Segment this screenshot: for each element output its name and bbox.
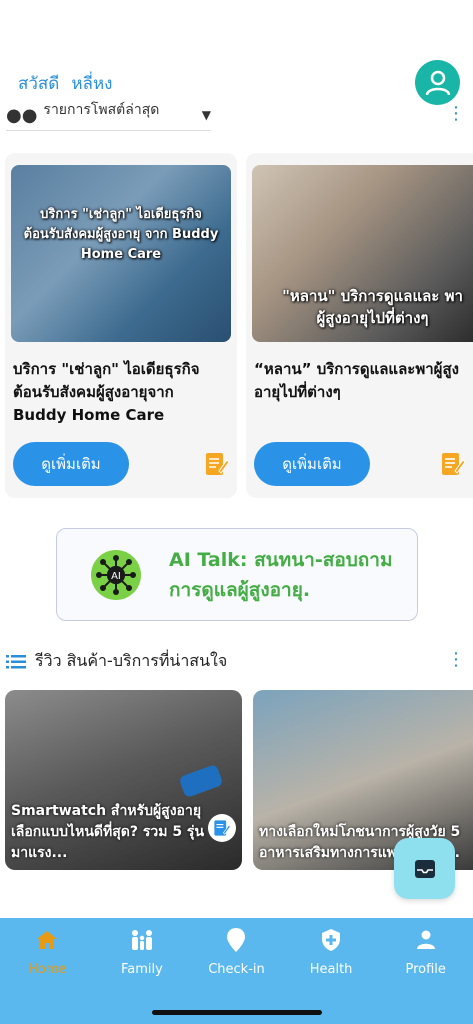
note-edit-icon[interactable] <box>205 451 229 477</box>
post-image: บริการ "เช่าลูก" ไอเดียธุรกิจ ต้อนรับสัง… <box>11 165 231 342</box>
more-options-icon[interactable]: ⋮ <box>447 103 465 124</box>
tab-label: Family <box>120 962 163 977</box>
section-label: รายการโพสต์ล่าสุด <box>43 102 160 118</box>
post-image: "หลาน" บริการดูแลและ พาผู้สูงอายุไปที่ต่… <box>252 165 473 342</box>
smartwatch-image <box>178 763 224 799</box>
user-name: หลี่หง <box>71 74 113 94</box>
more-options-icon[interactable]: ⋮ <box>447 649 465 670</box>
tab-label: Profile <box>405 962 446 977</box>
family-icon <box>131 930 152 950</box>
home-icon <box>37 931 58 949</box>
reviews-heading-text: รีวิว สินค้า-บริการที่น่าสนใจ <box>35 651 228 670</box>
home-indicator <box>152 1010 322 1015</box>
tab-profile[interactable]: Profile <box>378 918 473 1024</box>
tab-label: Check-in <box>208 962 265 977</box>
reviews-heading: รีวิว สินค้า-บริการที่น่าสนใจ <box>6 649 227 674</box>
shield-plus-icon <box>322 929 341 951</box>
post-card[interactable]: "หลาน" บริการดูแลและ พาผู้สูงอายุไปที่ต่… <box>246 153 473 498</box>
person-icon <box>416 930 435 949</box>
note-edit-icon[interactable] <box>208 814 236 842</box>
inbox-button[interactable] <box>394 838 455 899</box>
post-title: “หลาน” บริการดูแลและพาผู้สูงอายุไปที่ต่า… <box>254 360 459 401</box>
bottom-tab-bar: Home Family Check-in Health Profile <box>0 918 473 1024</box>
ai-network-icon: AI <box>91 549 141 600</box>
greeting: สวัสดี หลี่หง <box>18 70 112 97</box>
inbox-icon <box>414 859 435 878</box>
see-more-button[interactable]: ดูเพิ่มเติม <box>13 442 129 486</box>
section-dropdown[interactable]: ●● รายการโพสต์ล่าสุด ▼ <box>6 100 211 131</box>
list-icon <box>6 654 26 668</box>
see-more-button[interactable]: ดูเพิ่มเติม <box>254 442 370 486</box>
ai-talk-text: AI Talk: สนทนา-สอบถาม การดูแลผู้สูงอายุ. <box>169 545 393 605</box>
user-avatar-icon <box>425 70 450 95</box>
tab-health[interactable]: Health <box>284 918 379 1024</box>
tab-home[interactable]: Home <box>0 918 95 1024</box>
tab-label: Health <box>309 962 353 977</box>
location-pin-icon <box>227 928 246 952</box>
ai-talk-line1: AI Talk: สนทนา-สอบถาม <box>169 548 393 571</box>
ai-talk-line2: การดูแลผู้สูงอายุ. <box>169 578 311 601</box>
tab-label: Home <box>28 962 67 977</box>
tab-family[interactable]: Family <box>95 918 190 1024</box>
tab-check-in[interactable]: Check-in <box>189 918 284 1024</box>
chevron-down-icon: ▼ <box>201 108 211 122</box>
note-edit-icon[interactable] <box>441 451 465 477</box>
greeting-text: สวัสดี <box>18 74 60 94</box>
section-dots-icon: ●● <box>6 104 38 126</box>
post-card[interactable]: บริการ "เช่าลูก" ไอเดียธุรกิจ ต้อนรับสัง… <box>5 153 237 498</box>
avatar[interactable] <box>415 60 460 105</box>
ai-talk-banner[interactable]: AI AI Talk: สนทนา-สอบถาม การดูแลผู้สูงอา… <box>56 528 418 621</box>
post-title: บริการ "เช่าลูก" ไอเดียธุรกิจต้อนรับสังค… <box>13 360 200 424</box>
post-image-caption: บริการ "เช่าลูก" ไอเดียธุรกิจ ต้อนรับสัง… <box>23 207 219 262</box>
post-image-caption: "หลาน" บริการดูแลและ พาผู้สูงอายุไปที่ต่… <box>282 287 463 327</box>
review-title: Smartwatch สำหรับผู้สูงอายุ เลือกแบบไหนด… <box>11 803 205 861</box>
ai-icon-label: AI <box>111 571 121 582</box>
review-card[interactable]: Smartwatch สำหรับผู้สูงอายุ เลือกแบบไหนด… <box>5 690 242 870</box>
